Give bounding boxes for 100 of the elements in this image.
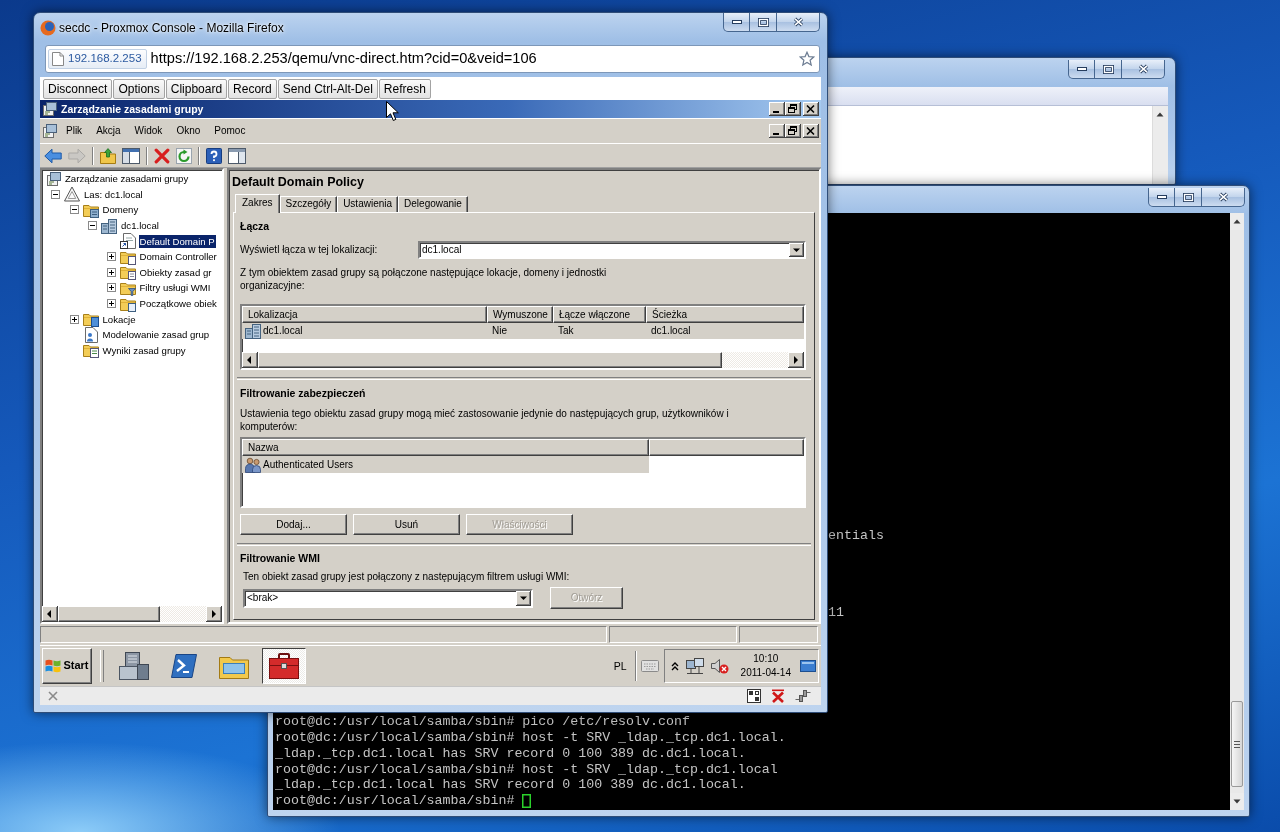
building-folder-icon [82,311,99,328]
description-text: Z tym obiektem zasad grupy są połączone następujące lokacje, domeny i jednostki organizacyjne: [240,266,608,292]
tab[interactable]: Szczegóły [279,196,338,212]
plus-box-icon[interactable] [106,267,116,277]
tree-item[interactable]: Domain Controller [138,250,218,264]
applet-button[interactable]: Options [113,79,165,99]
tree-item[interactable]: Zarządzanie zasadami grupy [64,172,190,186]
plug-icon[interactable] [795,690,811,702]
tree-item[interactable]: Filtry usługi WMI [138,281,212,295]
close-icon[interactable] [803,124,819,138]
menu-item[interactable]: Pomoc [207,125,253,137]
minimize-button[interactable] [1148,188,1175,207]
minus-box-icon[interactable] [51,189,60,199]
console-icon [43,102,57,116]
scroll-left-icon[interactable] [242,352,258,368]
chevron-up-icon[interactable] [670,661,679,671]
minimize-button[interactable] [1068,60,1095,79]
close-button[interactable] [777,13,820,32]
tree-item[interactable]: dc1.local [120,219,160,233]
tab[interactable]: Zakres [235,194,280,213]
column-header[interactable]: Ścieżka [646,306,804,323]
menu-item[interactable]: Plik [59,125,90,137]
add-button[interactable]: Dodaj... [240,514,347,535]
restore-icon[interactable] [785,124,801,138]
desktop-icon[interactable] [800,660,816,672]
refresh-icon[interactable] [176,147,192,164]
site-identity-button[interactable]: 192.168.2.253 [48,49,147,69]
section-heading: Filtrowanie zabezpieczeń [240,387,367,400]
applet-button[interactable]: Clipboard [165,79,228,99]
minus-box-icon[interactable] [88,221,97,231]
pane-icon[interactable] [122,147,140,164]
keyboard-icon[interactable] [640,660,659,672]
applet-button[interactable]: Send Ctrl-Alt-Del [277,79,378,99]
table-row[interactable]: Authenticated Users [242,456,649,473]
plus-box-icon[interactable] [106,283,116,293]
column-header[interactable]: Nazwa [242,439,649,456]
help-icon[interactable] [206,147,222,164]
caret-down-icon[interactable] [516,590,531,606]
plus-box-icon[interactable] [106,299,116,309]
column-header[interactable]: Łącze włączone [553,306,646,323]
close-button[interactable] [1122,60,1165,79]
taskbar-button[interactable] [262,648,306,684]
minus-box-icon[interactable] [69,205,79,215]
minimize-icon[interactable] [769,102,785,116]
language-indicator[interactable]: PL [607,659,633,673]
panel-icon[interactable] [228,147,246,164]
close-button[interactable] [1202,188,1245,207]
applet-button[interactable]: Record [228,79,277,99]
minimize-button[interactable] [723,13,750,32]
column-header[interactable]: Wymuszone [487,306,553,323]
restore-icon[interactable] [785,102,801,116]
grid-icon[interactable] [747,689,761,703]
minimize-icon [1156,195,1167,199]
horizontal-scrollbar[interactable] [42,606,222,622]
speaker-muted-icon[interactable] [710,658,729,674]
network-icon[interactable] [685,658,704,674]
maximize-button[interactable] [1095,60,1122,79]
clock[interactable]: 10:10 2011-04-14 [738,652,793,680]
plus-box-icon[interactable] [69,314,79,324]
remove-button[interactable]: Usuń [353,514,460,535]
tree-item[interactable]: Default Domain P [138,234,216,248]
tree-item[interactable]: Początkowe obiek [138,297,218,311]
close-icon[interactable] [803,102,819,116]
caret-down-icon[interactable] [789,243,804,257]
tree-item[interactable]: Domeny [101,203,140,217]
scrollbar-thumb[interactable] [1231,701,1243,787]
minimize-icon[interactable] [769,124,785,138]
maximize-button[interactable] [750,13,777,32]
maximize-button[interactable] [1175,188,1202,207]
vertical-scrollbar[interactable] [1152,106,1168,184]
folder-document-icon [119,264,136,281]
console-icon[interactable] [43,124,57,138]
applet-button[interactable]: Disconnect [43,79,113,99]
delete-icon[interactable] [154,147,170,164]
start-button[interactable]: Start [42,648,92,684]
menu-item[interactable]: Okno [169,125,208,137]
tree-item[interactable]: Modelowanie zasad grup [101,328,211,342]
scroll-right-icon[interactable] [206,606,222,622]
tab[interactable]: Ustawienia [337,196,399,212]
tab[interactable]: Delegowanie [398,196,468,212]
scroll-right-icon[interactable] [788,352,804,368]
table-row[interactable]: dc1.local Nie Tak dc1.local [242,323,804,339]
location-dropdown[interactable]: dc1.local [418,241,806,259]
plus-box-icon[interactable] [106,252,116,262]
address-bar[interactable]: 192.168.2.253 https://192.168.2.253/qemu/vnc-direct.htm?cid=0&veid=106 [45,45,820,73]
horizontal-scrollbar[interactable] [242,352,804,368]
tree-item[interactable]: Las: dc1.local [83,187,144,201]
cross-icon[interactable] [771,689,785,703]
tree-item[interactable]: Obiekty zasad gr [138,265,213,279]
back-icon[interactable] [44,147,62,164]
applet-button[interactable]: Refresh [378,79,431,99]
folder-up-icon[interactable] [100,147,116,164]
column-header[interactable]: Lokalizacja [242,306,487,323]
tree-item[interactable]: Wyniki zasad grupy [101,343,187,357]
wmi-filter-dropdown[interactable]: <brak> [243,588,533,608]
scroll-left-icon[interactable] [42,606,58,622]
bookmark-star-icon[interactable] [799,51,815,67]
menu-item[interactable]: Widok [127,125,170,137]
tree-item[interactable]: Lokacje [101,312,137,326]
menu-item[interactable]: Akcja [89,125,128,137]
